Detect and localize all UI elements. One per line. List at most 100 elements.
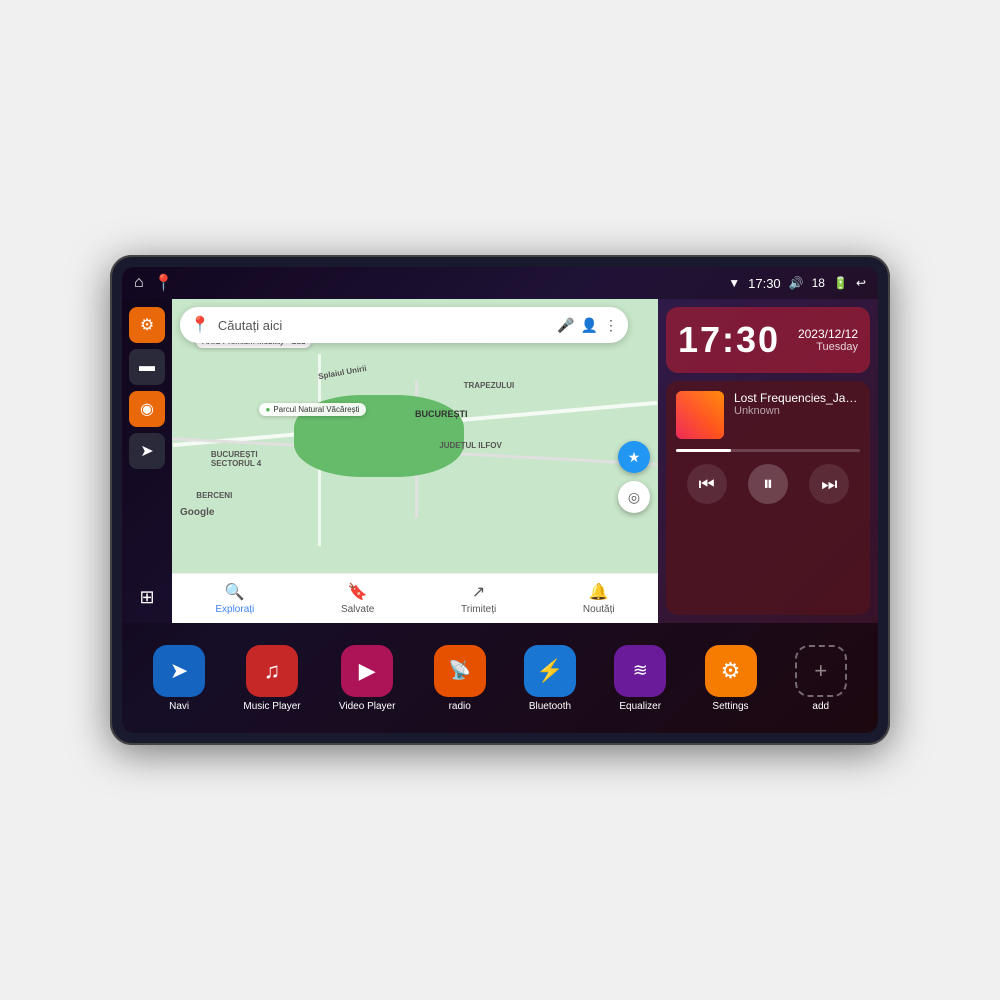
add-label: add [812,701,829,712]
map-label-sectorul4: BUCUREȘTISECTORUL 4 [211,450,261,468]
app-music-player[interactable]: ♫ Music Player [243,645,300,712]
map-nav-send[interactable]: ↗ Trimiteți [461,582,496,615]
album-art-image [676,391,724,439]
location-fab[interactable]: ◎ [618,481,650,513]
saved-label: Salvate [341,604,374,615]
app-radio[interactable]: 📡 radio [434,645,486,712]
center-area: BUCUREȘTISECTORUL 4 BUCUREȘTI JUDEȚUL IL… [172,299,658,623]
sidebar: ⚙ ▬ ◉ ➤ ⊞ [122,299,172,623]
app-bluetooth[interactable]: ⚡ Bluetooth [524,645,576,712]
app-grid: ➤ Navi ♫ Music Player ▶ Video Player 📡 [122,623,878,733]
music-widget: Lost Frequencies_Janie... Unknown ⏮ ⏸ ⏭ [666,381,870,615]
wifi-icon: ▼ [728,276,740,290]
radio-icon-symbol: 📡 [448,660,470,681]
map-poi-parc: ● Parcul Natural Văcărești [259,403,365,416]
status-bar: ⌂ 📍 ▼ 17:30 🔊 18 🔋 ↩ [122,267,878,299]
map-label-ilfov: JUDEȚUL ILFOV [439,441,502,450]
star-fab[interactable]: ★ [618,441,650,473]
map-search-bar[interactable]: 📍 Căutați aici 🎤 👤 ⋮ [180,307,628,343]
sidebar-item-navi[interactable]: ➤ [129,433,165,469]
app-video-player[interactable]: ▶ Video Player [339,645,396,712]
star-icon: ★ [628,449,641,466]
bluetooth-icon-bg: ⚡ [524,645,576,697]
battery-icon: 🔋 [833,276,848,290]
radio-icon: 📡 [434,645,486,697]
map-nav-explore[interactable]: 🔍 Explorați [215,582,254,615]
equalizer-icon-bg: ≋ [614,645,666,697]
navi-label: Navi [169,701,189,712]
settings-icon-symbol: ⚙ [721,658,741,684]
map-bottom-nav: 🔍 Explorați 🔖 Salvate ↗ Trimiteți 🔔 Nout… [172,573,658,623]
settings-icon-bg: ⚙ [705,645,757,697]
video-player-icon: ▶ [341,645,393,697]
album-art [676,391,724,439]
app-equalizer[interactable]: ≋ Equalizer [614,645,666,712]
app-navi[interactable]: ➤ Navi [153,645,205,712]
track-artist: Unknown [734,405,860,417]
car-head-unit: ⌂ 📍 ▼ 17:30 🔊 18 🔋 ↩ ⚙ ▬ [110,255,890,745]
bluetooth-icon-symbol: ⚡ [536,658,563,684]
music-controls: ⏮ ⏸ ⏭ [676,464,860,504]
next-button[interactable]: ⏭ [809,464,849,504]
explore-label: Explorați [215,604,254,615]
music-icon-symbol: ♫ [264,658,281,684]
app-settings[interactable]: ⚙ Settings [705,645,757,712]
map-nav-news[interactable]: 🔔 Noutăți [583,582,615,615]
status-right: ▼ 17:30 🔊 18 🔋 ↩ [728,276,866,291]
send-label: Trimiteți [461,604,496,615]
account-icon[interactable]: 👤 [581,317,598,334]
music-track-info: Lost Frequencies_Janie... Unknown [676,391,860,439]
map-nav-saved[interactable]: 🔖 Salvate [341,582,374,615]
news-label: Noutăți [583,604,615,615]
google-maps-icon: 📍 [190,315,210,335]
equalizer-icon-symbol: ≋ [633,660,648,681]
home-icon: ⌂ [134,274,144,292]
signal-value: 18 [812,276,825,290]
more-icon[interactable]: ⋮ [604,317,618,334]
volume-icon: 🔊 [789,276,804,290]
send-icon: ↗ [472,582,485,602]
grid-icon: ⊞ [139,587,154,608]
video-player-label: Video Player [339,701,396,712]
search-text: Căutați aici [218,318,549,333]
track-name: Lost Frequencies_Janie... [734,391,860,405]
settings-icon: ⚙ [140,315,154,335]
bluetooth-label: Bluetooth [529,701,571,712]
map-icon: 📍 [154,273,174,293]
app-add[interactable]: + add [795,645,847,712]
clock-date-value: 2023/12/12 [798,327,858,341]
equalizer-label: Equalizer [619,701,661,712]
map-container[interactable]: BUCUREȘTISECTORUL 4 BUCUREȘTI JUDEȚUL IL… [172,299,658,573]
add-icon-symbol: + [814,658,827,684]
navi-icon-symbol: ➤ [170,658,188,684]
map-label-berceni: BERCENI [196,491,232,500]
location-icon: ◉ [140,399,154,419]
clock-day-value: Tuesday [798,341,858,353]
prev-button[interactable]: ⏮ [687,464,727,504]
navigate-icon: ➤ [140,441,153,461]
music-player-icon: ♫ [246,645,298,697]
device-screen: ⌂ 📍 ▼ 17:30 🔊 18 🔋 ↩ ⚙ ▬ [122,267,878,733]
pause-button[interactable]: ⏸ [748,464,788,504]
sidebar-grid-button[interactable]: ⊞ [129,579,165,615]
radio-label: radio [449,701,471,712]
video-icon-symbol: ▶ [359,658,376,684]
sidebar-item-settings[interactable]: ⚙ [129,307,165,343]
music-progress-bar[interactable] [676,449,860,452]
right-panel: 17:30 2023/12/12 Tuesday Lost Frequencie… [658,299,878,623]
status-time: 17:30 [748,276,781,291]
folder-icon: ▬ [139,358,155,376]
back-icon[interactable]: ↩ [856,276,866,290]
google-logo: Google [180,507,214,518]
add-icon-bg: + [795,645,847,697]
navi-icon: ➤ [153,645,205,697]
track-details: Lost Frequencies_Janie... Unknown [734,391,860,439]
news-icon: 🔔 [589,582,609,602]
saved-icon: 🔖 [348,582,368,602]
status-left: ⌂ 📍 [134,273,174,293]
main-content: ⚙ ▬ ◉ ➤ ⊞ [122,299,878,623]
sidebar-item-map[interactable]: ◉ [129,391,165,427]
explore-icon: 🔍 [225,582,245,602]
sidebar-item-folder[interactable]: ▬ [129,349,165,385]
mic-icon[interactable]: 🎤 [557,317,574,334]
